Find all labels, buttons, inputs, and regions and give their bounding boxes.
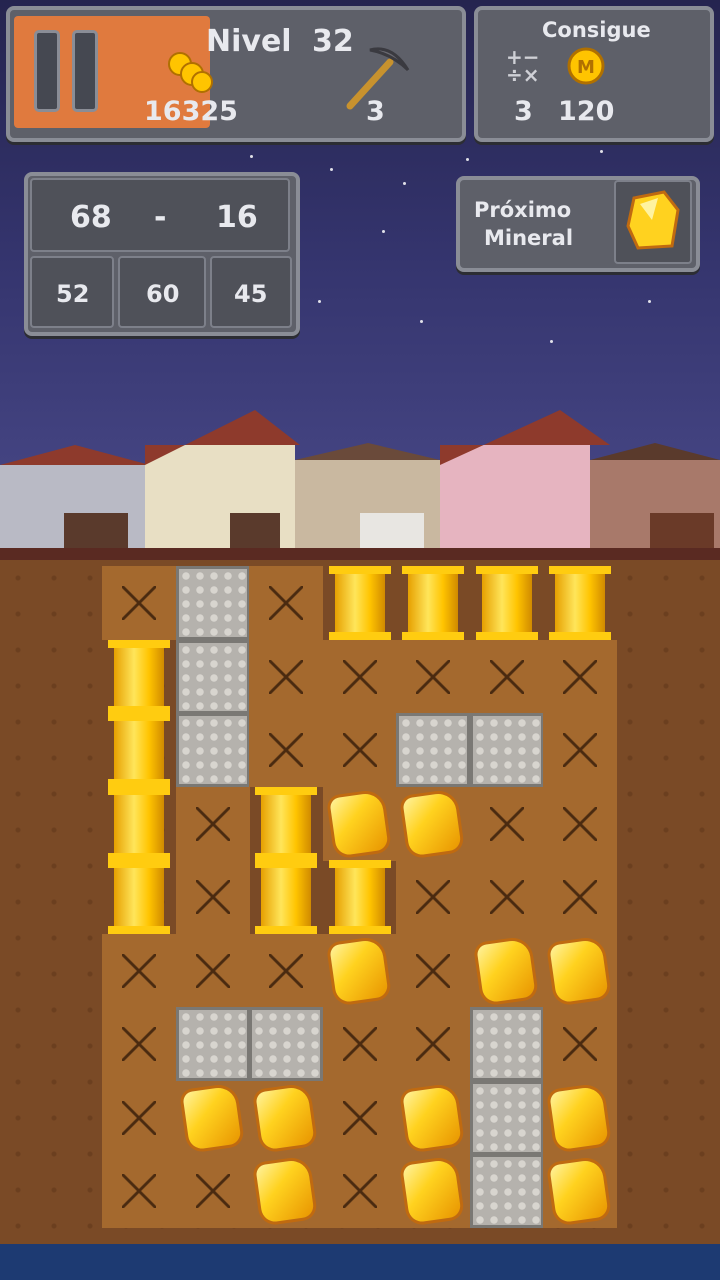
dirt-tile[interactable]: [469, 639, 544, 714]
goal-title: Consigue: [542, 18, 651, 42]
gem-tile[interactable]: [396, 786, 470, 861]
gem-tile[interactable]: [543, 933, 617, 1008]
pipe-tile[interactable]: [396, 566, 470, 640]
mine-board: [102, 566, 617, 1230]
gem-tile[interactable]: [396, 1154, 470, 1228]
dirt-tile[interactable]: [396, 860, 470, 934]
dirt-tile[interactable]: [322, 1007, 397, 1081]
coin-target: 120: [558, 96, 615, 127]
coins-icon: [168, 52, 213, 93]
dirt-tile[interactable]: [102, 1154, 176, 1228]
next-mineral-label-2: Mineral: [484, 226, 574, 250]
pipe-tile[interactable]: [249, 860, 323, 934]
pipe-tile[interactable]: [102, 860, 176, 934]
dirt-tile[interactable]: [322, 639, 397, 714]
dirt-tile[interactable]: [175, 1154, 250, 1228]
gem-tile[interactable]: [322, 786, 397, 861]
pipe-tile[interactable]: [102, 713, 176, 787]
next-mineral-panel: Próximo Mineral: [456, 176, 700, 272]
dirt-tile[interactable]: [543, 1007, 617, 1081]
gem-tile[interactable]: [249, 1080, 323, 1155]
houses-skyline: [0, 410, 720, 550]
stone-tile[interactable]: [396, 713, 470, 787]
dirt-tile[interactable]: [396, 1007, 470, 1081]
dirt-tile[interactable]: [175, 860, 250, 934]
gem-tile[interactable]: [469, 933, 544, 1008]
dirt-tile[interactable]: [322, 713, 397, 787]
equation-left: 68: [70, 200, 112, 235]
pipe-tile[interactable]: [102, 639, 176, 714]
dirt-tile[interactable]: [102, 1007, 176, 1081]
stone-tile[interactable]: [249, 1007, 323, 1081]
goal-panel: Consigue +− ÷× M 3 120: [474, 6, 714, 142]
dirt-tile[interactable]: [249, 639, 323, 714]
next-mineral-slot: [614, 180, 692, 264]
stone-tile[interactable]: [175, 639, 250, 714]
svg-text:M: M: [577, 57, 595, 78]
stone-tile[interactable]: [175, 713, 250, 787]
dirt-tile[interactable]: [469, 786, 544, 861]
pipe-tile[interactable]: [323, 860, 397, 934]
water: [0, 1244, 720, 1280]
pipe-tile[interactable]: [323, 566, 397, 640]
stone-tile[interactable]: [469, 1080, 544, 1155]
gem-tile[interactable]: [396, 1080, 470, 1155]
answer-option[interactable]: 52: [30, 256, 114, 328]
pipe-tile[interactable]: [470, 566, 544, 640]
level-panel: Nivel 32 16325 3: [6, 6, 466, 142]
coin-count: 16325: [144, 96, 238, 127]
dirt-tile[interactable]: [396, 933, 470, 1008]
dirt-tile[interactable]: [249, 566, 323, 640]
level-label: Nivel: [206, 24, 292, 59]
dirt-tile[interactable]: [102, 566, 176, 640]
stone-tile[interactable]: [175, 566, 250, 640]
operations-count: 3: [514, 96, 533, 127]
gem-tile[interactable]: [543, 1080, 617, 1155]
dirt-tile[interactable]: [543, 713, 617, 787]
pick-count: 3: [366, 96, 385, 127]
gold-nugget-icon: [626, 190, 680, 250]
equation-panel: 68 - 16 52 60 45: [24, 172, 300, 336]
stone-tile[interactable]: [175, 1007, 250, 1081]
next-mineral-label-1: Próximo: [474, 198, 572, 222]
dirt-tile[interactable]: [175, 786, 250, 861]
dirt-tile[interactable]: [396, 639, 470, 714]
equation-operator: -: [154, 200, 167, 235]
pipe-tile[interactable]: [543, 566, 617, 640]
coin-icon: M: [567, 47, 605, 85]
dirt-tile[interactable]: [322, 1080, 397, 1155]
pipe-tile[interactable]: [249, 786, 323, 861]
answer-option[interactable]: 45: [210, 256, 292, 328]
dirt-tile[interactable]: [322, 1154, 397, 1228]
dirt-tile[interactable]: [249, 933, 323, 1008]
stone-tile[interactable]: [469, 1154, 544, 1228]
dirt-tile[interactable]: [543, 786, 617, 861]
pipe-tile[interactable]: [102, 786, 176, 861]
stone-tile[interactable]: [469, 1007, 544, 1081]
stone-tile[interactable]: [469, 713, 544, 787]
gem-tile[interactable]: [543, 1154, 617, 1228]
equation-right: 16: [216, 200, 258, 235]
dirt-tile[interactable]: [175, 933, 250, 1008]
dirt-tile[interactable]: [102, 933, 176, 1008]
gem-tile[interactable]: [175, 1080, 250, 1155]
answer-option[interactable]: 60: [118, 256, 206, 328]
dirt-tile[interactable]: [543, 639, 617, 714]
equation-display: 68 - 16: [30, 178, 290, 252]
dirt-tile[interactable]: [469, 860, 544, 934]
gem-tile[interactable]: [249, 1154, 323, 1228]
dirt-tile[interactable]: [543, 860, 617, 934]
dirt-tile[interactable]: [102, 1080, 176, 1155]
math-operators-icon: +− ÷×: [506, 45, 540, 87]
gem-tile[interactable]: [322, 933, 397, 1008]
dirt-tile[interactable]: [249, 713, 323, 787]
